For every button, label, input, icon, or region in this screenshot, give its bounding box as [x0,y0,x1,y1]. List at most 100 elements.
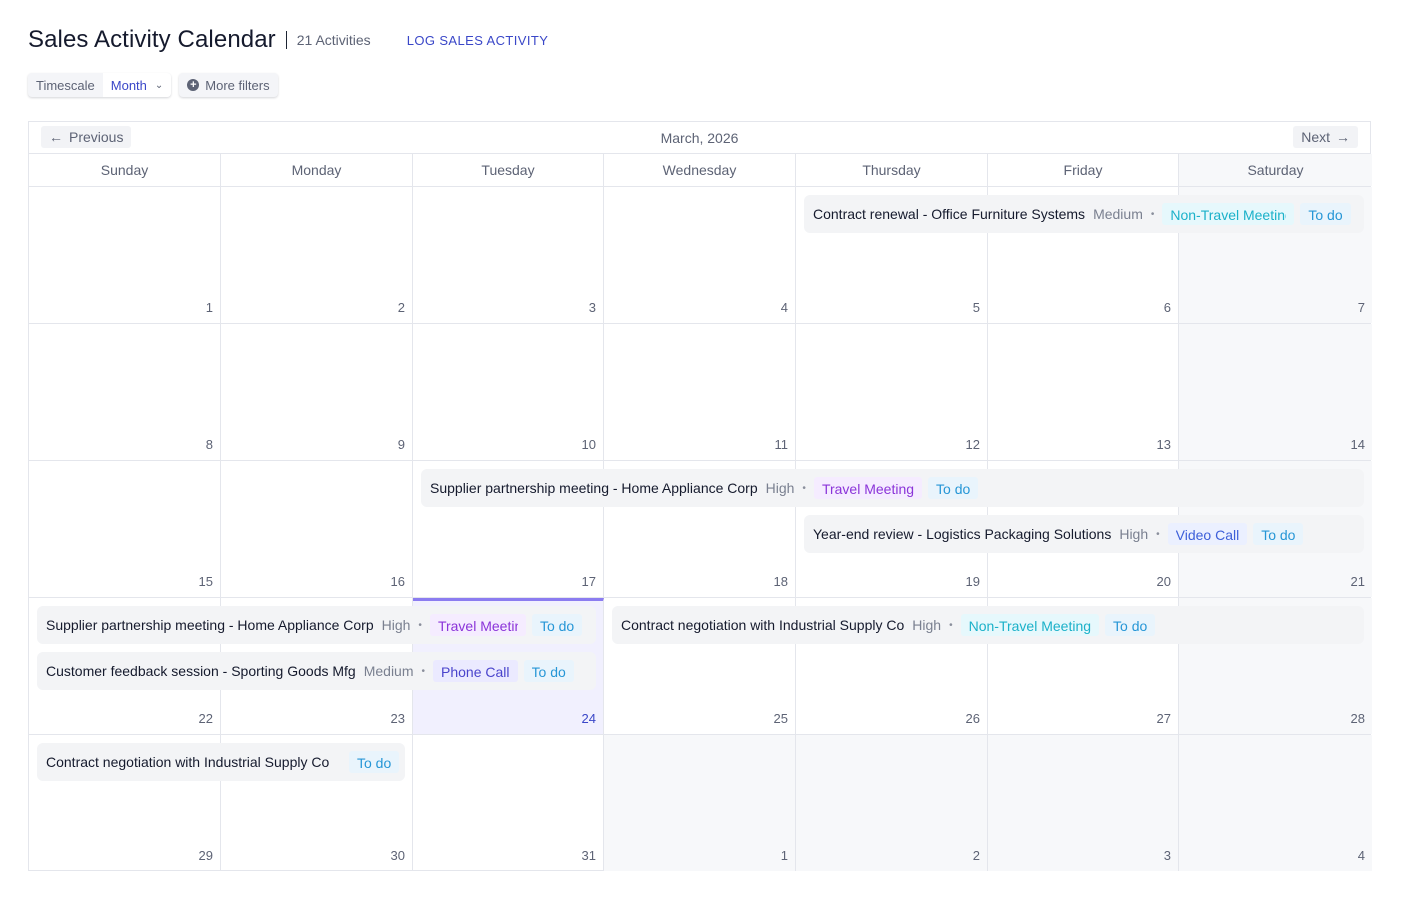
day-cell[interactable]: 3 [988,735,1179,871]
week-row: 29 30 31 1 2 3 4 Contract negotiation with Indu… [29,735,1372,871]
event-type-tag: Video Call [1167,523,1248,545]
day-number: 25 [773,711,788,726]
event-status-tag: To do [523,660,574,682]
separator-dot: • [1150,208,1155,220]
week-row: 15 16 17 18 19 20 21 Supplier partnership meeti… [29,461,1372,598]
separator-dot: • [802,482,806,494]
day-number: 21 [1350,574,1365,589]
event-status-text: To do [1261,526,1296,543]
weekday-thursday: Thursday [796,154,988,186]
day-number: 14 [1350,437,1365,452]
more-filters-label: More filters [205,77,270,93]
event-bar[interactable]: Contract renewal - Office Furniture Syst… [804,195,1364,233]
day-number: 2 [972,848,980,863]
event-priority: High [1119,526,1149,542]
day-number: 15 [198,574,213,589]
activity-count: 21 Activities [296,32,371,48]
day-number: 26 [965,711,980,726]
day-cell[interactable]: 4 [1179,735,1372,871]
event-priority: High [912,617,942,633]
day-number: 19 [965,574,980,589]
day-number: 8 [205,437,213,452]
day-number: 16 [390,574,405,589]
day-number: 28 [1350,711,1365,726]
day-cell[interactable]: 14 [1179,324,1372,460]
event-status-text: To do [936,480,971,497]
event-type-text: Travel Meeting [821,480,915,497]
day-number: 12 [965,437,980,452]
event-status-text: To do [531,663,566,680]
day-number: 18 [773,574,788,589]
day-cell[interactable]: 12 [796,324,988,460]
event-type-tag: Phone Call [433,660,518,682]
more-filters-button[interactable]: + More filters [179,73,278,97]
day-number: 4 [780,300,788,315]
event-status-tag: To do [1105,614,1156,636]
day-number: 3 [588,300,596,315]
day-cell[interactable]: 9 [221,324,413,460]
event-title: Customer feedback session - Sporting Goo… [46,663,356,679]
event-bar[interactable]: Contract negotiation with Industrial Sup… [37,743,405,781]
title-divider [285,31,287,49]
day-cell[interactable]: 2 [796,735,988,871]
day-number: 5 [972,300,980,315]
event-status-tag: To do [531,614,583,636]
day-number: 20 [1156,574,1171,589]
event-type-tag: Non-Travel Meeting [1162,203,1295,225]
event-status-tag: To do [349,751,399,773]
day-cell[interactable]: 10 [413,324,604,460]
event-status-tag: To do [928,477,979,499]
event-title: Supplier partnership meeting - Home Appl… [430,480,758,496]
weekday-tuesday: Tuesday [413,154,604,186]
week-row: 1 2 3 4 5 6 7 Contract renewal - Office Furnitu… [29,187,1372,324]
weekday-friday: Friday [988,154,1179,186]
separator-dot: • [421,665,426,677]
event-priority: Medium [363,663,414,679]
event-bar[interactable]: Contract negotiation with Industrial Sup… [612,606,1364,644]
day-cell[interactable]: 4 [604,187,796,323]
day-cell[interactable]: 8 [29,324,221,460]
day-cell[interactable]: 1 [604,735,796,871]
event-status-text: To do [357,754,391,771]
day-cell[interactable]: 13 [988,324,1179,460]
day-number: 1 [780,848,788,863]
day-number: 31 [581,848,596,863]
next-button[interactable]: Next → [1293,126,1358,148]
event-bar[interactable]: Customer feedback session - Sporting Goo… [37,652,596,690]
event-type-text: Video Call [1175,526,1240,543]
arrow-right-icon: → [1336,129,1350,145]
event-type-tag: Non-Travel Meeting [960,614,1100,636]
event-title: Supplier partnership meeting - Home Appl… [46,617,374,633]
timescale-value[interactable]: Month ⌄ [102,73,172,97]
event-status-text: To do [1113,617,1148,634]
event-bar[interactable]: Supplier partnership meeting - Home Appl… [37,606,596,644]
timescale-filter[interactable]: Timescale Month ⌄ [28,73,172,97]
day-cell[interactable]: 2 [221,187,413,323]
log-sales-activity-link[interactable]: LOG SALES ACTIVITY [407,33,549,48]
event-priority: High [381,617,411,633]
month-calendar: ← Previous March, 2026 Next → Sunday Mond… [28,121,1372,871]
chevron-down-icon: ⌄ [154,79,164,91]
day-number: 2 [397,300,405,315]
day-cell[interactable]: 11 [604,324,796,460]
separator-dot: • [949,619,953,631]
day-cell[interactable]: 3 [413,187,604,323]
day-cell[interactable]: 16 [221,461,413,597]
event-bar[interactable]: Supplier partnership meeting - Home Appl… [421,469,1364,507]
page-title: Sales Activity Calendar [28,26,276,53]
event-type-text: Travel Meeting [437,617,518,634]
event-status-tag: To do [1300,203,1351,225]
day-cell[interactable]: 15 [29,461,221,597]
event-bar[interactable]: Year-end review - Logistics Packaging So… [804,515,1364,553]
day-number: 4 [1357,848,1365,863]
next-label: Next [1301,129,1330,145]
event-status-text: To do [1308,206,1343,223]
day-number: 9 [397,437,405,452]
day-cell[interactable]: 31 [413,735,604,871]
day-number: 13 [1156,437,1171,452]
week-row: 8 9 10 11 12 13 14 [29,324,1372,461]
event-type-text: Non-Travel Meeting [968,617,1092,634]
day-cell[interactable]: 1 [29,187,221,323]
day-number: 7 [1357,300,1365,315]
calendar-nav: ← Previous March, 2026 Next → [29,122,1370,154]
